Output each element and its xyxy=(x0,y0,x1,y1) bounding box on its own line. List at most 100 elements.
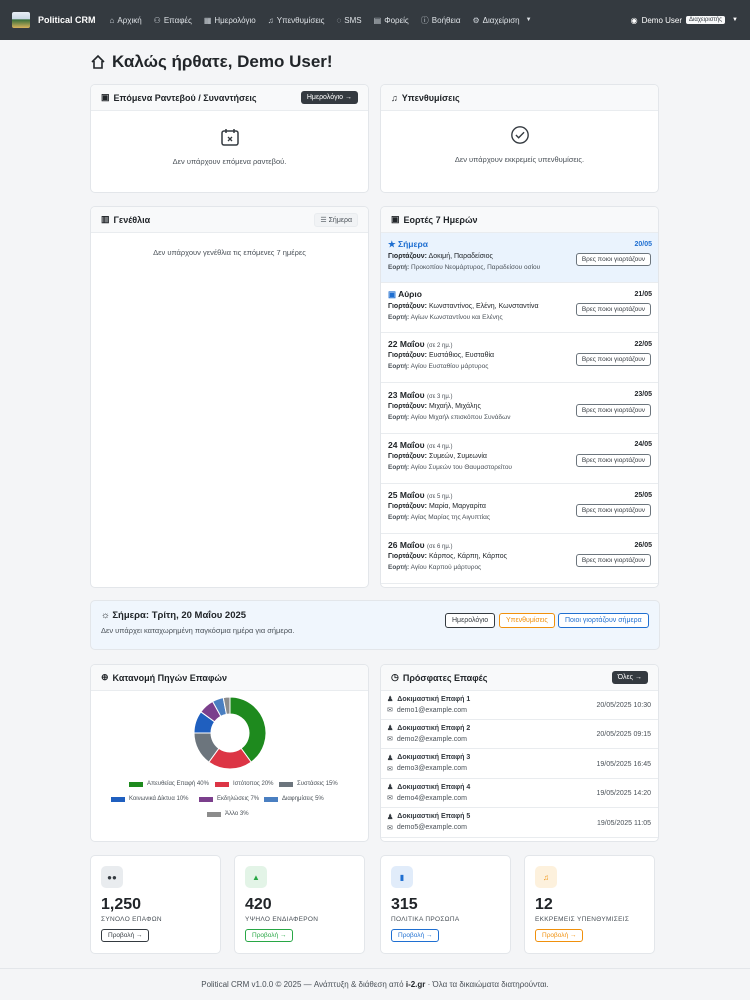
feasts-card: ▣ Εορτές 7 Ημερών ★ Σήμερα 20/05 Γιορτάζο… xyxy=(380,206,659,588)
feast-desc: Αγίου Μιχαήλ επισκόπου Συνάδων xyxy=(410,413,511,421)
contact-name: Δοκιμαστική Επαφή 2 xyxy=(397,724,471,732)
view-button[interactable]: Προβολή → xyxy=(391,929,440,942)
feast-desc: Αγίων Κωνσταντίνου και Ελένης xyxy=(410,314,503,322)
legend-label: Συστάσεις 15% xyxy=(297,781,338,787)
calendar-x-icon xyxy=(220,127,240,147)
nav-item-home[interactable]: ⌂ Αρχική xyxy=(110,16,142,25)
today-calendar-button[interactable]: Ημερολόγιο xyxy=(445,613,496,628)
feast-desc: Αγίου Ευσταθίου μάρτυρος xyxy=(410,363,489,371)
page-title: Καλώς ήρθατε, Demo User! xyxy=(90,52,333,72)
today-feasts-button[interactable]: Ποιοι γιορτάζουν σήμερα xyxy=(558,613,649,628)
recent-contact-row[interactable]: ♟ Δοκιμαστική Επαφή 4 ✉ demo4@example.com 19… xyxy=(381,779,658,809)
nav-item-calendar[interactable]: ▦ Ημερολόγιο xyxy=(204,16,256,25)
contact-name: Δοκιμαστική Επαφή 3 xyxy=(397,754,471,762)
legend-label: Διαφημίσεις 5% xyxy=(282,796,324,802)
view-button[interactable]: Προβολή → xyxy=(101,929,150,942)
today-reminders-button[interactable]: Υπενθυμίσεις xyxy=(499,613,555,628)
feast-days-ahead: (σε 6 ημ.) xyxy=(427,544,453,551)
calendar-icon: ▣ xyxy=(101,92,110,102)
sources-donut-chart xyxy=(193,696,267,770)
users-icon: ⚇ xyxy=(153,15,161,25)
feast-item: ▣ Αύριο 21/05 Γιορτάζουν: Κωνσταντίνος, Ε… xyxy=(381,283,658,334)
recent-contact-row[interactable]: ♟ Δοκιμαστική Επαφή 1 ✉ demo1@example.com 20… xyxy=(381,691,658,720)
stat-card: ♫ 12 ΕΚΚΡΕΜΕΙΣ ΥΠΕΝΘΥΜΙΣΕΙΣ Προβολή → xyxy=(524,855,655,954)
envelope-icon: ✉ xyxy=(387,824,393,832)
users-icon: ●● xyxy=(101,866,123,888)
find-celebrants-button[interactable]: Βρες ποιοι γιορτάζουν xyxy=(575,353,651,367)
calendar-day-icon: ▣ xyxy=(388,289,397,300)
footer: Political CRM v1.0.0 © 2025 — Ανάπτυξη &… xyxy=(0,968,750,1000)
bookmark-icon: ▮ xyxy=(391,866,413,888)
legend-swatch xyxy=(129,781,143,787)
all-contacts-button[interactable]: Όλες → xyxy=(611,671,648,684)
feast-item: ★ Σήμερα 20/05 Γιορτάζουν: Δοκιμή, Παραδε… xyxy=(381,233,658,283)
feast-date: 22/05 xyxy=(634,340,652,348)
feast-item: 22 Μαΐου (σε 2 ημ.) 22/05 Γιορτάζουν: Ευστ… xyxy=(381,333,658,384)
user-menu[interactable]: ◉ Demo User Διαχειριστής ▼ xyxy=(631,16,738,25)
today-button[interactable]: ☰ Σήμερα xyxy=(314,212,358,227)
role-badge: Διαχειριστής xyxy=(686,16,726,24)
footer-prefix: Political CRM v1.0.0 © 2025 — Ανάπτυξη &… xyxy=(201,980,404,989)
feast-days-ahead: (σε 5 ημ.) xyxy=(427,494,453,500)
envelope-icon: ✉ xyxy=(387,736,393,744)
person-icon: ♟ xyxy=(387,696,394,703)
today-banner: ☼ Σήμερα: Τρίτη, 20 Μαΐου 2025 Δεν υπάρχ… xyxy=(90,600,660,650)
view-button[interactable]: Προβολή → xyxy=(245,929,294,942)
find-celebrants-button[interactable]: Βρες ποιοι γιορτάζουν xyxy=(575,403,651,417)
find-celebrants-button[interactable]: Βρες ποιοι γιορτάζουν xyxy=(575,253,651,266)
legend-swatch xyxy=(207,811,221,817)
nav-item-contacts[interactable]: ⚇ Επαφές xyxy=(154,16,192,25)
legend-item: Απευθείας Επαφή 40% xyxy=(129,781,209,787)
recent-contact-row[interactable]: ♟ Δοκιμαστική Επαφή 2 ✉ demo2@example.com 20… xyxy=(381,720,658,750)
calendar-button[interactable]: Ημερολόγιο → xyxy=(300,91,358,104)
stat-card: ●● 1,250 ΣΥΝΟΛΟ ΕΠΑΦΩΝ Προβολή → xyxy=(90,855,221,954)
help-icon: ⓘ xyxy=(420,15,429,25)
feast-date: 25/05 xyxy=(634,491,652,499)
brand-name[interactable]: Political CRM xyxy=(38,15,96,25)
legend-item: Άλλο 3% xyxy=(207,811,249,817)
recent-contact-row[interactable]: ♟ Δοκιμαστική Επαφή 5 ✉ demo5@example.com 19… xyxy=(381,809,658,838)
footer-link[interactable]: i-2.gr xyxy=(406,980,426,989)
nav-item-help[interactable]: ⓘ Βοήθεια xyxy=(421,15,461,26)
legend-swatch xyxy=(279,781,293,787)
recent-header: ◷ Πρόσφατες Επαφές Όλες → xyxy=(381,665,658,691)
star-icon: ★ xyxy=(388,239,396,249)
recent-contact-row[interactable]: ♟ Δοκιμαστική Επαφή 3 ✉ demo3@example.com 19… xyxy=(381,750,658,779)
view-button[interactable]: Προβολή → xyxy=(535,929,584,942)
user-icon: ◉ xyxy=(630,15,638,25)
reminders-empty-text: Δεν υπάρχουν εκκρεμείς υπενθυμίσεις. xyxy=(454,155,585,164)
feasts-header: ▣ Εορτές 7 Ημερών xyxy=(381,207,658,233)
nav-item-reminders[interactable]: ♫ Υπενθυμίσεις xyxy=(268,16,325,25)
contact-email: demo4@example.com xyxy=(396,794,468,802)
brand-logo[interactable] xyxy=(12,12,30,28)
feast-day: 24 Μαΐου xyxy=(388,439,425,450)
feast-desc: Αγίου Καρπού μάρτυρος xyxy=(410,564,482,572)
bell-icon: ♫ xyxy=(267,15,274,25)
stat-card: ▲ 420 ΥΨΗΛΟ ΕΝΔΙΑΦΕΡΟΝ Προβολή → xyxy=(234,855,365,954)
contact-date: 19/05/2025 11:05 xyxy=(597,819,651,827)
sun-icon: ☼ xyxy=(101,610,113,621)
feast-item: 24 Μαΐου (σε 4 ημ.) 24/05 Γιορτάζουν: Συμε… xyxy=(381,434,658,484)
nav-item-organizations[interactable]: ▤ Φορείς xyxy=(374,16,409,25)
list-icon: ☰ xyxy=(320,216,329,224)
find-celebrants-button[interactable]: Βρες ποιοι γιορτάζουν xyxy=(575,453,651,467)
person-icon: ♟ xyxy=(387,754,394,762)
calendar-icon: ▦ xyxy=(203,15,212,25)
stat-label: ΥΨΗΛΟ ΕΝΔΙΑΦΕΡΟΝ xyxy=(245,916,319,923)
feast-date: 21/05 xyxy=(634,291,652,299)
bell-icon: ♫ xyxy=(535,866,557,888)
nav-item-sms[interactable]: ◌ SMS xyxy=(337,16,362,25)
person-icon: ♟ xyxy=(387,725,394,733)
feast-item: 23 Μαΐου (σε 3 ημ.) 23/05 Γιορτάζουν: Μιχα… xyxy=(381,384,658,434)
nav-item-admin[interactable]: ⚙ Διαχείριση ▼ xyxy=(472,16,531,25)
stat-value: 420 xyxy=(245,896,272,913)
calendar-icon: ▣ xyxy=(391,214,400,224)
home-icon: ⌂ xyxy=(109,15,115,25)
legend-swatch xyxy=(199,796,213,802)
birthdays-header: ▥ Γενέθλια ☰ Σήμερα xyxy=(91,207,368,233)
contact-date: 20/05/2025 09:15 xyxy=(596,731,652,739)
stat-label: ΕΚΚΡΕΜΕΙΣ ΥΠΕΝΘΥΜΙΣΕΙΣ xyxy=(535,916,630,923)
find-celebrants-button[interactable]: Βρες ποιοι γιορτάζουν xyxy=(575,504,651,517)
find-celebrants-button[interactable]: Βρες ποιοι γιορτάζουν xyxy=(575,303,651,317)
find-celebrants-button[interactable]: Βρες ποιοι γιορτάζουν xyxy=(575,554,651,568)
